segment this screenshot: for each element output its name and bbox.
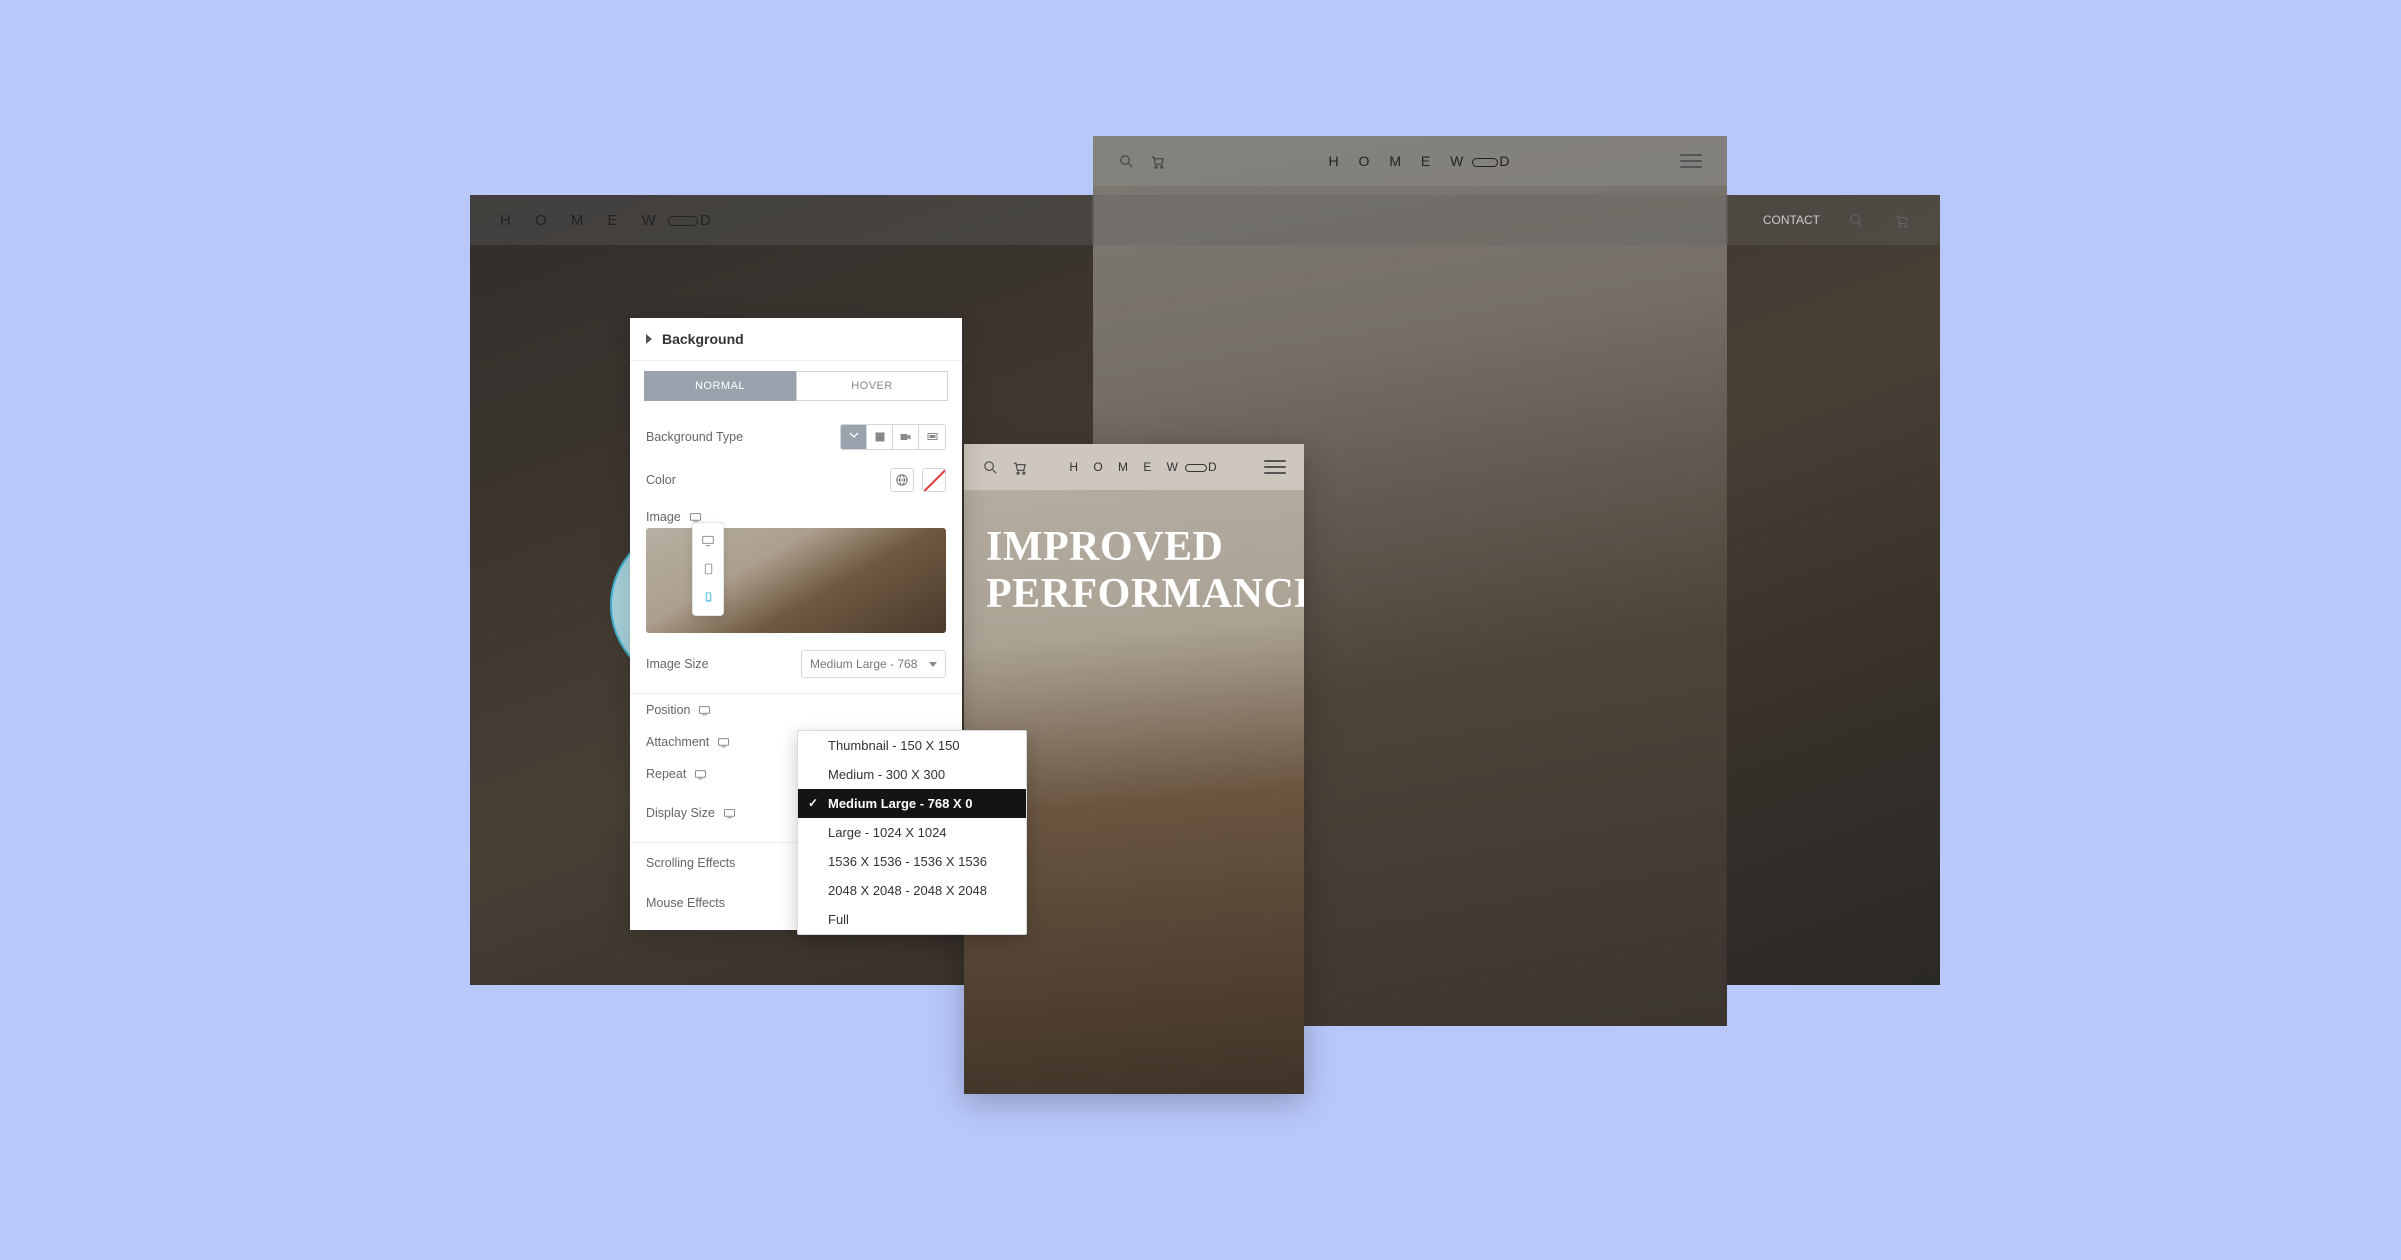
brand-oo-icon	[1472, 158, 1498, 167]
responsive-device-popover	[692, 522, 724, 616]
device-icon[interactable]	[717, 736, 730, 749]
hero-line2: PERFORMANCE	[986, 571, 1282, 618]
display-size-label: Display Size	[646, 806, 736, 820]
image-size-dropdown: Thumbnail - 150 X 150Medium - 300 X 300M…	[797, 730, 1027, 935]
cart-icon[interactable]	[1011, 459, 1028, 476]
color-swatch-clear[interactable]	[922, 468, 946, 492]
image-size-option[interactable]: Medium - 300 X 300	[798, 760, 1026, 789]
image-size-option[interactable]: Large - 1024 X 1024	[798, 818, 1026, 847]
brand-oo-icon	[1185, 464, 1207, 472]
caret-right-icon	[646, 334, 652, 344]
bg-type-segmented	[840, 424, 946, 450]
image-size-option[interactable]: Full	[798, 905, 1026, 934]
brand-logo: H O M E WD	[1329, 153, 1518, 169]
image-size-value: Medium Large - 768	[810, 657, 917, 671]
attachment-label: Attachment	[646, 735, 730, 749]
cart-icon[interactable]	[1893, 212, 1910, 229]
hero-title: IMPROVED PERFORMANCE	[964, 490, 1304, 618]
tab-hover[interactable]: HOVER	[796, 371, 948, 401]
panel-title: Background	[662, 331, 744, 347]
cart-icon[interactable]	[1149, 153, 1166, 170]
search-icon[interactable]	[1848, 212, 1865, 229]
bgtype-slideshow-icon[interactable]	[919, 425, 945, 449]
repeat-label: Repeat	[646, 767, 707, 781]
scrolling-effects-label: Scrolling Effects	[646, 856, 735, 870]
brand-logo: H O M E WD	[500, 212, 721, 229]
bgtype-video-icon[interactable]	[893, 425, 919, 449]
device-desktop-option[interactable]	[693, 527, 723, 555]
brand-oo-icon	[668, 216, 698, 226]
bg-type-label: Background Type	[646, 430, 743, 444]
position-label: Position	[646, 703, 711, 717]
device-icon[interactable]	[723, 807, 736, 820]
image-size-option[interactable]: 1536 X 1536 - 1536 X 1536	[798, 847, 1026, 876]
nav-contact[interactable]: CONTACT	[1763, 213, 1820, 227]
search-icon[interactable]	[1118, 153, 1135, 170]
desktop-header: H O M E WD CONTACT	[470, 195, 1940, 245]
global-color-icon[interactable]	[890, 468, 914, 492]
image-size-select[interactable]: Medium Large - 768	[801, 650, 946, 678]
color-label: Color	[646, 473, 676, 487]
device-mobile-option[interactable]	[693, 583, 723, 611]
menu-icon[interactable]	[1264, 460, 1286, 474]
menu-icon[interactable]	[1680, 154, 1702, 168]
tablet-header: H O M E WD	[1093, 136, 1727, 186]
search-icon[interactable]	[982, 459, 999, 476]
mouse-effects-label: Mouse Effects	[646, 896, 725, 910]
mobile-header: H O M E WD	[964, 444, 1304, 490]
chevron-down-icon	[929, 662, 937, 667]
hero-line1: IMPROVED	[986, 524, 1282, 571]
brand-logo: H O M E WD	[1069, 460, 1222, 474]
image-size-option[interactable]: Thumbnail - 150 X 150	[798, 731, 1026, 760]
image-thumbnail[interactable]	[646, 528, 946, 633]
image-size-option[interactable]: 2048 X 2048 - 2048 X 2048	[798, 876, 1026, 905]
device-icon[interactable]	[694, 768, 707, 781]
panel-header[interactable]: Background	[630, 318, 962, 361]
bgtype-gradient-icon[interactable]	[867, 425, 893, 449]
device-icon[interactable]	[698, 704, 711, 717]
tab-normal[interactable]: NORMAL	[644, 371, 796, 401]
image-size-label: Image Size	[646, 657, 709, 671]
device-tablet-option[interactable]	[693, 555, 723, 583]
bgtype-classic-icon[interactable]	[841, 425, 867, 449]
image-size-option[interactable]: Medium Large - 768 X 0	[798, 789, 1026, 818]
